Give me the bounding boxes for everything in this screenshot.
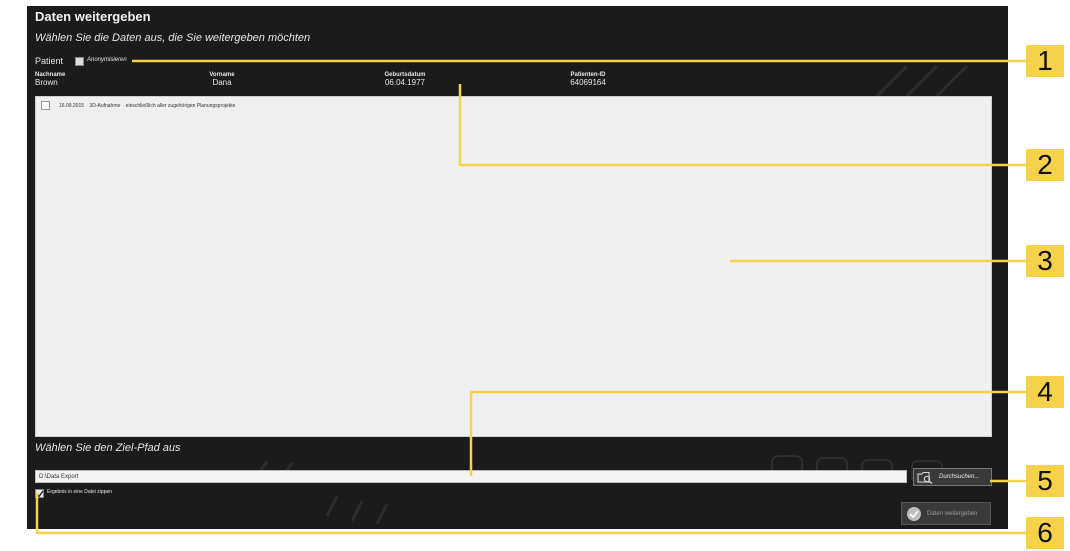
callout-badge-3: 3 bbox=[1026, 245, 1064, 277]
callout-lines bbox=[35, 59, 1026, 535]
callout-badge-6: 6 bbox=[1026, 517, 1064, 549]
callout-badge-4: 4 bbox=[1026, 376, 1064, 408]
callout-badge-2: 2 bbox=[1026, 149, 1064, 181]
callout-badge-1: 1 bbox=[1026, 45, 1064, 77]
callout-badge-5: 5 bbox=[1026, 465, 1064, 497]
